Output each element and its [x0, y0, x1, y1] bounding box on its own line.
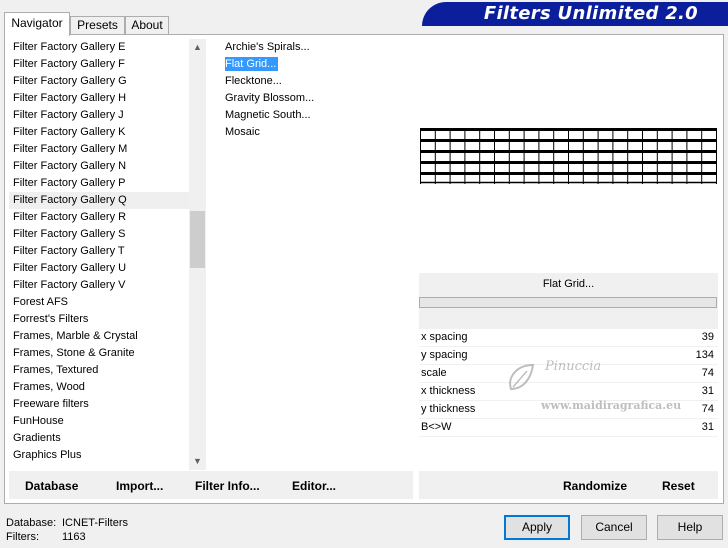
filter-item[interactable]: Gravity Blossom...: [222, 90, 412, 107]
param-value[interactable]: 31: [702, 421, 714, 433]
navigator-toolbar: Database Import... Filter Info... Editor…: [9, 471, 413, 499]
filter-item[interactable]: Archie's Spirals...: [222, 39, 412, 56]
app-title: Filters Unlimited 2.0: [483, 3, 698, 24]
help-button[interactable]: Help: [657, 515, 723, 540]
cancel-button[interactable]: Cancel: [581, 515, 647, 540]
category-item[interactable]: Filter Factory Gallery S: [9, 226, 189, 243]
category-item[interactable]: Filter Factory Gallery E: [9, 39, 189, 56]
filters-count-label: Filters:: [6, 531, 39, 543]
category-item[interactable]: FunHouse: [9, 413, 189, 430]
category-item[interactable]: Filter Factory Gallery G: [9, 73, 189, 90]
parameter-toolbar: Randomize Reset: [419, 471, 718, 499]
param-name: y thickness: [421, 403, 476, 415]
tab-navigator[interactable]: Navigator: [4, 12, 70, 36]
category-scrollbar[interactable]: ▲ ▼: [189, 39, 206, 470]
flat-grid-preview: [420, 128, 717, 184]
category-item[interactable]: Graphics Plus: [9, 447, 189, 464]
tab-about[interactable]: About: [125, 16, 169, 34]
category-item[interactable]: Freeware filters: [9, 396, 189, 413]
filter-item-label: Magnetic South...: [225, 109, 311, 121]
filter-item[interactable]: Flecktone...: [222, 73, 412, 90]
filter-item-label: Archie's Spirals...: [225, 41, 310, 53]
filters-count-value: 1163: [62, 531, 86, 543]
filter-list[interactable]: Archie's Spirals... Flat Grid... Flecktone…: [222, 39, 412, 469]
category-item[interactable]: Filter Factory Gallery H: [9, 90, 189, 107]
param-name: y spacing: [421, 349, 468, 361]
filter-info-button[interactable]: Filter Info...: [195, 479, 260, 493]
param-name: B<>W: [421, 421, 452, 433]
filter-item-label: Gravity Blossom...: [225, 92, 315, 104]
filter-item[interactable]: Mosaic: [222, 124, 412, 141]
category-item[interactable]: Filter Factory Gallery R: [9, 209, 189, 226]
watermark-leaf-icon: [509, 363, 535, 391]
database-value: ICNET-Filters: [62, 517, 128, 529]
reset-button[interactable]: Reset: [662, 479, 695, 493]
preview-area: [414, 38, 720, 270]
scroll-down-arrow-icon[interactable]: ▼: [189, 453, 206, 470]
category-item[interactable]: Filter Factory Gallery M: [9, 141, 189, 158]
param-name: x spacing: [421, 331, 468, 343]
tab-presets[interactable]: Presets: [70, 16, 125, 34]
filter-item-label: Flecktone...: [225, 75, 282, 87]
category-item[interactable]: Frames, Marble & Crystal: [9, 328, 189, 345]
param-row[interactable]: x spacing 39: [419, 329, 718, 347]
database-button[interactable]: Database: [25, 479, 78, 493]
param-value[interactable]: 39: [702, 331, 714, 343]
param-name: x thickness: [421, 385, 476, 397]
watermark: Pinuccia www.maidiragrafica.eu: [503, 357, 713, 417]
param-name: scale: [421, 367, 447, 379]
category-item[interactable]: Filter Factory Gallery V: [9, 277, 189, 294]
progress-bar: [419, 297, 717, 308]
category-item[interactable]: Frames, Textured: [9, 362, 189, 379]
category-item[interactable]: Filter Factory Gallery T: [9, 243, 189, 260]
category-item[interactable]: Filter Factory Gallery J: [9, 107, 189, 124]
status-info: Database: ICNET-Filters Filters: 1163: [6, 516, 128, 544]
scroll-thumb[interactable]: [190, 211, 205, 268]
category-item[interactable]: Filter Factory Gallery N: [9, 158, 189, 175]
category-item[interactable]: Gradients: [9, 430, 189, 447]
randomize-button[interactable]: Randomize: [563, 479, 627, 493]
param-row[interactable]: B<>W 31: [419, 419, 718, 437]
category-item[interactable]: Filter Factory Gallery U: [9, 260, 189, 277]
filter-item[interactable]: Flat Grid...: [222, 56, 412, 73]
category-item[interactable]: Filter Factory Gallery Q: [9, 192, 189, 209]
apply-button[interactable]: Apply: [504, 515, 570, 540]
filter-item[interactable]: Magnetic South...: [222, 107, 412, 124]
category-item[interactable]: Forest AFS: [9, 294, 189, 311]
editor-button[interactable]: Editor...: [292, 479, 336, 493]
filter-item-label: Flat Grid...: [225, 57, 279, 71]
category-item[interactable]: Filter Factory Gallery P: [9, 175, 189, 192]
import-button[interactable]: Import...: [116, 479, 163, 493]
category-item[interactable]: Frames, Stone & Granite: [9, 345, 189, 362]
category-item[interactable]: Frames, Wood: [9, 379, 189, 396]
category-list[interactable]: Filter Factory Gallery E Filter Factory G…: [9, 39, 189, 469]
selected-filter-title: Flat Grid...: [542, 278, 595, 290]
scroll-up-arrow-icon[interactable]: ▲: [189, 39, 206, 56]
filter-item-label: Mosaic: [225, 126, 260, 138]
category-item[interactable]: Filter Factory Gallery K: [9, 124, 189, 141]
category-item[interactable]: Forrest's Filters: [9, 311, 189, 328]
watermark-name: Pinuccia: [545, 359, 602, 374]
database-label: Database:: [6, 517, 57, 529]
watermark-url: www.maidiragrafica.eu: [541, 399, 682, 412]
app-banner: Filters Unlimited 2.0: [422, 2, 728, 26]
category-item[interactable]: Filter Factory Gallery F: [9, 56, 189, 73]
